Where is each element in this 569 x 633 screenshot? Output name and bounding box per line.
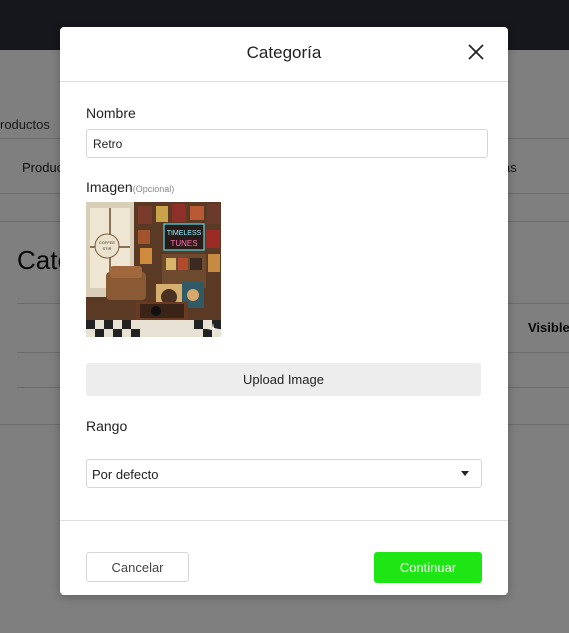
image-sign-text: COFFEE	[99, 240, 116, 245]
name-input[interactable]	[86, 129, 488, 158]
range-label: Rango	[86, 418, 128, 434]
image-sign-text: STIR	[102, 246, 111, 251]
category-dialog: Categoría Nombre Imagen(Opcional)	[60, 27, 508, 595]
range-selected-value: Por defecto	[92, 467, 159, 482]
upload-image-button[interactable]: Upload Image	[86, 363, 481, 396]
category-image: TIMELESS TUNES COFFEE STIR	[86, 202, 221, 337]
image-label: Imagen(Opcional)	[86, 179, 174, 195]
close-icon[interactable]	[466, 42, 486, 62]
cancel-button[interactable]: Cancelar	[86, 552, 189, 582]
range-select[interactable]: Por defecto	[86, 459, 482, 488]
dialog-title: Categoría	[246, 43, 322, 62]
dialog-header: Categoría	[60, 27, 508, 82]
image-sign-text: TUNES	[170, 239, 197, 248]
optional-hint: (Opcional)	[132, 184, 175, 194]
name-label: Nombre	[86, 105, 136, 121]
image-sign-text: TIMELESS	[167, 230, 202, 237]
footer-divider	[60, 520, 508, 521]
image-label-text: Imagen	[86, 179, 133, 195]
chevron-down-icon	[461, 471, 469, 476]
continue-button[interactable]: Continuar	[374, 552, 482, 583]
